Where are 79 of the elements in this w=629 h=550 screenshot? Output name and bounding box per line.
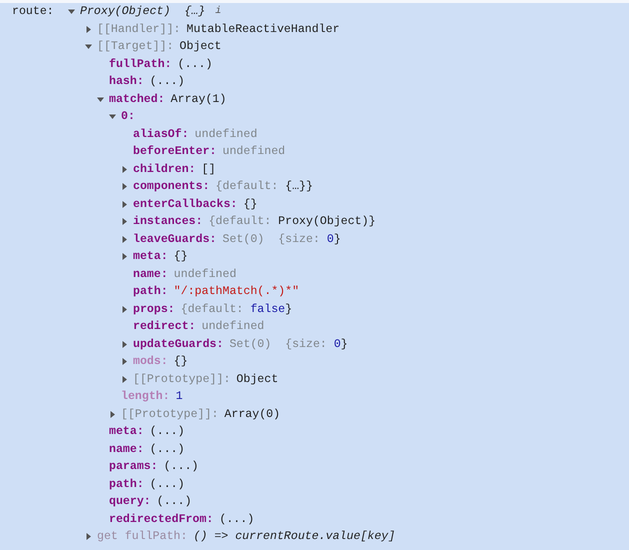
property-key: instances: bbox=[133, 213, 203, 230]
property-value: {} bbox=[243, 196, 258, 212]
property-value: (...) bbox=[150, 442, 185, 458]
property-value: (...) bbox=[150, 424, 185, 440]
property-value: MutableReactiveHandler bbox=[186, 22, 340, 38]
property-key: [[Target]]: bbox=[97, 38, 174, 56]
property-key: components: bbox=[133, 178, 210, 196]
property-value: Set(0) {size: 0} bbox=[229, 336, 348, 352]
property-key: path: bbox=[133, 283, 168, 300]
property-value: () => currentRoute.value[key] bbox=[193, 529, 396, 545]
variable-label: route: bbox=[12, 4, 55, 20]
collapsed-triangle-icon[interactable] bbox=[121, 376, 128, 383]
property-value: (...) bbox=[178, 56, 212, 72]
collapsed-triangle-icon[interactable] bbox=[121, 200, 128, 208]
expanded-triangle-icon[interactable] bbox=[68, 8, 75, 16]
property-key: enterCallbacks: bbox=[133, 196, 238, 213]
property-key: updateGuards: bbox=[133, 336, 224, 353]
expanded-triangle-icon[interactable] bbox=[97, 96, 104, 103]
property-key: 0: bbox=[121, 108, 135, 126]
property-value: 1 bbox=[176, 389, 183, 405]
property-key: params: bbox=[109, 458, 158, 476]
property-value: undefined bbox=[194, 126, 258, 142]
collapsed-triangle-icon[interactable] bbox=[109, 410, 116, 418]
property-value: {default: {…}} bbox=[216, 179, 313, 195]
property-value: (...) bbox=[164, 459, 198, 475]
property-key: leaveGuards: bbox=[133, 230, 216, 248]
collapsed-triangle-icon[interactable] bbox=[121, 253, 128, 260]
property-key: [[Prototype]]: bbox=[133, 370, 230, 388]
collapsed-triangle-icon[interactable] bbox=[121, 218, 128, 226]
property-key: query: bbox=[109, 493, 151, 510]
property-value: (...) bbox=[150, 476, 185, 492]
property-key: props: bbox=[133, 300, 175, 318]
property-key: aliasOf: bbox=[133, 126, 189, 143]
property-value: (...) bbox=[156, 494, 192, 510]
property-value: Array(1) bbox=[170, 92, 226, 108]
property-value: Set(0) {size: 0} bbox=[222, 232, 341, 248]
collapsed-triangle-icon[interactable] bbox=[121, 183, 128, 190]
property-key: redirect: bbox=[133, 318, 196, 336]
property-value: Object bbox=[236, 372, 278, 388]
property-key: beforeEnter: bbox=[133, 143, 216, 160]
property-key: mods: bbox=[133, 353, 168, 370]
info-badge[interactable]: i bbox=[215, 3, 222, 20]
property-key: redirectedFrom: bbox=[109, 510, 214, 528]
collapsed-triangle-icon[interactable] bbox=[121, 166, 128, 173]
expanded-triangle-icon[interactable] bbox=[109, 113, 116, 120]
property-value: (...) bbox=[219, 512, 254, 528]
collapsed-triangle-icon[interactable] bbox=[121, 340, 128, 348]
property-value: "/:pathMatch(.*)*" bbox=[174, 284, 300, 300]
property-key: meta: bbox=[109, 423, 144, 440]
collapsed-triangle-icon[interactable] bbox=[121, 306, 128, 313]
property-key: meta: bbox=[133, 248, 168, 266]
property-key: fullPath: bbox=[109, 56, 172, 73]
collapsed-triangle-icon[interactable] bbox=[85, 533, 92, 540]
property-value: {} bbox=[174, 354, 188, 370]
property-key: matched: bbox=[109, 90, 165, 108]
property-key: hash: bbox=[109, 73, 144, 90]
property-value: Proxy(Object) {…} bbox=[80, 4, 206, 20]
property-value: undefined bbox=[174, 266, 236, 282]
property-key: path: bbox=[109, 476, 144, 493]
property-key: length: bbox=[121, 388, 170, 406]
property-key: [[Handler]]: bbox=[97, 20, 180, 38]
property-value: Array(0) bbox=[224, 406, 280, 422]
collapsed-triangle-icon[interactable] bbox=[85, 26, 92, 33]
property-value: (...) bbox=[150, 74, 185, 90]
property-key: get fullPath: bbox=[97, 528, 188, 546]
property-value: undefined bbox=[202, 319, 264, 335]
property-value: {default: Proxy(Object)} bbox=[208, 214, 376, 230]
collapsed-triangle-icon[interactable] bbox=[121, 236, 128, 243]
property-value: {} bbox=[174, 249, 188, 265]
expanded-triangle-icon[interactable] bbox=[85, 43, 92, 50]
property-value: Object bbox=[180, 39, 222, 55]
property-key: [[Prototype]]: bbox=[121, 406, 218, 423]
property-value: undefined bbox=[222, 144, 286, 160]
property-value: [] bbox=[202, 162, 216, 178]
property-key: children: bbox=[133, 160, 196, 178]
property-value: {default: false} bbox=[180, 302, 292, 318]
collapsed-triangle-icon[interactable] bbox=[121, 358, 128, 366]
property-key: name: bbox=[109, 440, 144, 458]
property-key: name: bbox=[133, 266, 168, 283]
